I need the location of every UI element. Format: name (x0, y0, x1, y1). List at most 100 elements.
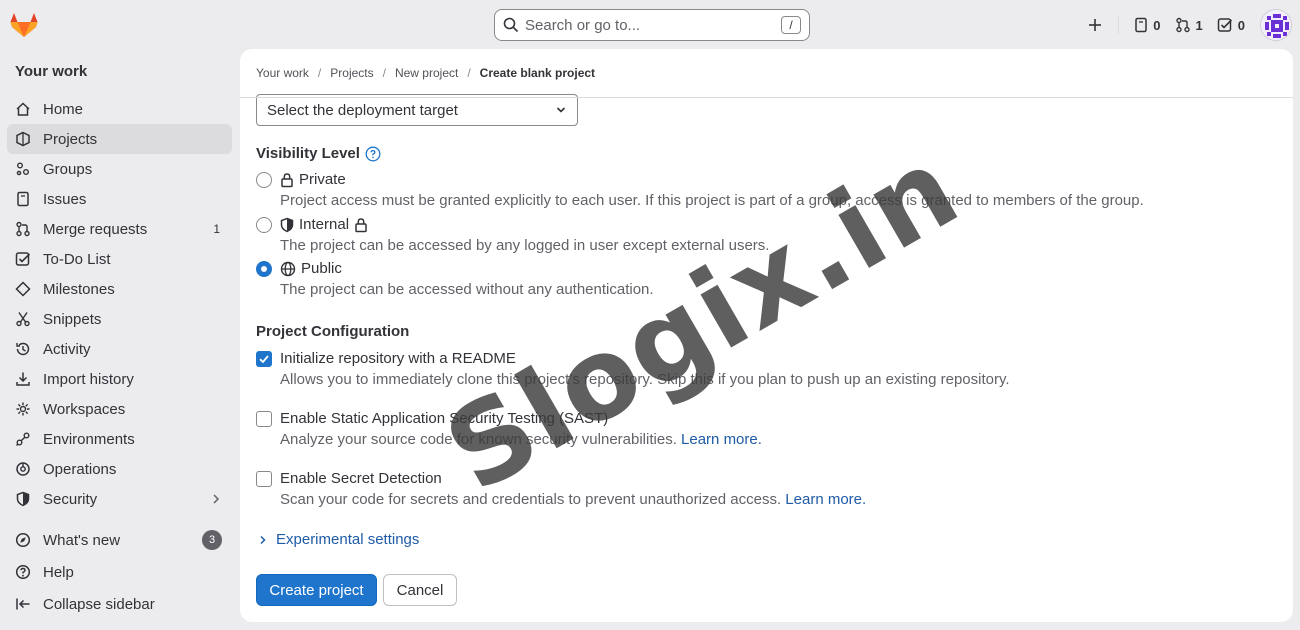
deployment-target-value: Select the deployment target (267, 101, 458, 119)
whats-new-label: What's new (43, 531, 121, 549)
sidebar-item-label: Milestones (43, 280, 115, 298)
visibility-public-radio[interactable] (256, 261, 272, 277)
search-icon (503, 17, 519, 33)
secret-detection-help: Scan your code for secrets and credentia… (280, 491, 782, 508)
visibility-public-option[interactable]: Public The project can be accessed witho… (256, 259, 654, 300)
sidebar-nav: Home Projects Groups Issues Merge reques… (7, 94, 232, 514)
search-shortcut-key: / (781, 16, 801, 34)
sidebar-item-operations[interactable]: Operations (7, 454, 232, 484)
sidebar-item-label: Operations (43, 460, 117, 478)
sidebar-item-label: Security (43, 490, 98, 508)
visibility-public-help: The project can be accessed without any … (280, 281, 654, 298)
deployment-target-select[interactable]: Select the deployment target (256, 94, 578, 126)
visibility-private-help: Project access must be granted explicitl… (280, 192, 1144, 209)
lock-icon (280, 172, 294, 188)
search-input[interactable]: Search or go to... / (494, 9, 810, 41)
sidebar-item-snippets[interactable]: Snippets (7, 304, 232, 334)
plus-icon (1087, 17, 1103, 33)
sidebar-item-environments[interactable]: Environments (7, 424, 232, 454)
sidebar-item-label: Environments (43, 430, 135, 448)
lock-icon (354, 217, 368, 233)
collapse-left-icon (15, 596, 31, 612)
sidebar-item-issues[interactable]: Issues (7, 184, 232, 214)
secret-detection-option[interactable]: Enable Secret Detection Scan your code f… (256, 469, 866, 510)
question-circle-icon[interactable] (365, 146, 381, 162)
visibility-level-heading: Visibility Level (256, 145, 381, 162)
visibility-level-label: Visibility Level (256, 145, 360, 162)
merge-requests-button[interactable]: 1 (1168, 10, 1210, 40)
sidebar-item-label: Workspaces (43, 400, 126, 418)
sidebar-item-label: Snippets (43, 310, 102, 328)
topbar-divider (1118, 16, 1120, 34)
shield-icon (280, 217, 294, 233)
create-project-button[interactable]: Create project (256, 574, 377, 606)
workspace-icon (15, 401, 31, 417)
history-icon (15, 341, 31, 357)
merge-requests-count: 1 (213, 222, 220, 236)
readme-label: Initialize repository with a README (280, 350, 516, 367)
visibility-internal-help: The project can be accessed by any logge… (280, 237, 770, 254)
sidebar-item-label: Import history (43, 370, 134, 388)
sidebar-item-label: Groups (43, 160, 93, 178)
sast-checkbox[interactable] (256, 411, 272, 427)
collapse-sidebar-button[interactable]: Collapse sidebar (7, 588, 232, 620)
breadcrumb-separator: / (467, 66, 471, 80)
sidebar-item-projects[interactable]: Projects (7, 124, 232, 154)
chevron-right-icon (210, 493, 222, 505)
readme-help: Allows you to immediately clone this pro… (280, 371, 1010, 388)
help-icon (15, 564, 31, 580)
breadcrumb-new-project[interactable]: New project (395, 66, 458, 80)
sidebar-item-security[interactable]: Security (7, 484, 232, 514)
create-new-button[interactable] (1080, 10, 1110, 40)
visibility-internal-label: Internal (299, 216, 350, 233)
visibility-internal-radio[interactable] (256, 217, 272, 233)
sidebar: Your work Home Projects Groups Issues Me… (0, 50, 240, 630)
sidebar-title: Your work (15, 63, 88, 80)
import-icon (15, 371, 31, 387)
sidebar-item-label: Issues (43, 190, 87, 208)
help-label: Help (43, 563, 74, 581)
gitlab-logo-icon[interactable] (10, 12, 38, 38)
breadcrumb-current[interactable]: Create blank project (480, 66, 595, 80)
sast-help: Analyze your source code for known secur… (280, 431, 677, 448)
sast-learn-more-link[interactable]: Learn more. (681, 431, 762, 448)
sidebar-item-label: Home (43, 100, 84, 118)
visibility-internal-option[interactable]: Internal The project can be accessed by … (256, 215, 769, 256)
sidebar-item-todo-list[interactable]: To-Do List (7, 244, 232, 274)
sidebar-item-groups[interactable]: Groups (7, 154, 232, 184)
whats-new-button[interactable]: What's new 3 (7, 524, 232, 556)
visibility-public-label: Public (301, 260, 342, 277)
milestone-icon (15, 281, 31, 297)
sidebar-item-label: Activity (43, 340, 91, 358)
chevron-down-icon (555, 104, 567, 116)
todos-button[interactable]: 0 (1210, 10, 1252, 40)
readme-option[interactable]: Initialize repository with a README Allo… (256, 349, 1010, 390)
visibility-private-option[interactable]: Private Project access must be granted e… (256, 170, 1144, 211)
user-avatar[interactable] (1260, 9, 1292, 41)
secret-detection-checkbox[interactable] (256, 471, 272, 487)
readme-checkbox[interactable] (256, 351, 272, 367)
breadcrumb-your-work[interactable]: Your work (256, 66, 309, 80)
secret-detection-learn-more-link[interactable]: Learn more. (785, 491, 866, 508)
sidebar-item-home[interactable]: Home (7, 94, 232, 124)
sidebar-item-merge-requests[interactable]: Merge requests 1 (7, 214, 232, 244)
todo-icon (1217, 17, 1233, 33)
sast-option[interactable]: Enable Static Application Security Testi… (256, 409, 762, 450)
issues-icon (1134, 17, 1148, 33)
sidebar-item-milestones[interactable]: Milestones (7, 274, 232, 304)
help-button[interactable]: Help (7, 556, 232, 588)
issues-count: 0 (1153, 17, 1161, 33)
merge-requests-count: 1 (1195, 17, 1203, 33)
issues-icon (15, 191, 31, 207)
experimental-settings-toggle[interactable]: Experimental settings (258, 531, 419, 548)
breadcrumb-projects[interactable]: Projects (330, 66, 373, 80)
cancel-button[interactable]: Cancel (383, 574, 457, 606)
assigned-issues-button[interactable]: 0 (1127, 10, 1167, 40)
sidebar-item-workspaces[interactable]: Workspaces (7, 394, 232, 424)
visibility-private-radio[interactable] (256, 172, 272, 188)
breadcrumb-separator: / (382, 66, 386, 80)
sidebar-item-import-history[interactable]: Import history (7, 364, 232, 394)
sidebar-item-activity[interactable]: Activity (7, 334, 232, 364)
main-panel: Your work / Projects / New project / Cre… (240, 49, 1293, 622)
todo-icon (15, 251, 31, 267)
